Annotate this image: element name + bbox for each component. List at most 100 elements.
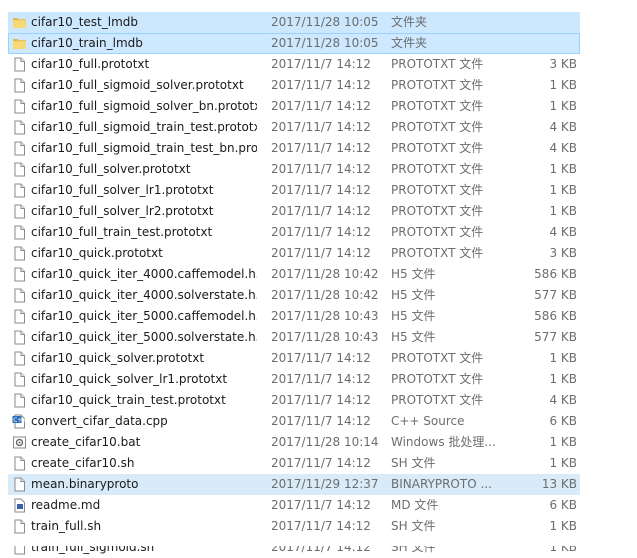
file-size: 1 KB <box>549 519 577 533</box>
file-type: 文件夹 <box>391 15 428 29</box>
file-row[interactable]: cifar10_quick_train_test.prototxt 2017/11… <box>0 390 637 411</box>
file-size: 4 KB <box>549 120 577 134</box>
file-date-modified: 2017/11/28 10:43 <box>271 309 379 323</box>
file-date-modified: 2017/11/7 14:12 <box>271 141 371 155</box>
file-date-modified: 2017/11/7 14:12 <box>271 57 371 71</box>
file-name: cifar10_quick_solver.prototxt <box>31 351 205 365</box>
file-icon <box>12 456 27 471</box>
file-date-modified: 2017/11/7 14:12 <box>271 519 371 533</box>
file-date-modified: 2017/11/7 14:12 <box>271 498 371 512</box>
file-date-modified: 2017/11/7 14:12 <box>271 414 371 428</box>
file-icon <box>12 99 27 114</box>
file-name: cifar10_full_train_test.prototxt <box>31 225 213 239</box>
file-row[interactable]: cifar10_quick_iter_5000.solverstate.h5 20… <box>0 327 637 348</box>
file-row[interactable]: cifar10_quick_iter_5000.caffemodel.h5 201… <box>0 306 637 327</box>
file-type: PROTOTXT 文件 <box>391 57 484 71</box>
file-icon <box>12 225 27 240</box>
file-type: MD 文件 <box>391 498 439 512</box>
file-size: 577 KB <box>534 288 577 302</box>
file-size: 4 KB <box>549 141 577 155</box>
file-row[interactable]: cifar10_full_sigmoid_train_test.prototxt… <box>0 117 637 138</box>
file-name: cifar10_test_lmdb <box>31 15 139 29</box>
file-type: BINARYPROTO ... <box>391 477 492 491</box>
file-row[interactable]: cifar10_full_solver.prototxt 2017/11/7 14… <box>0 159 637 180</box>
file-name: cifar10_full_solver_lr2.prototxt <box>31 204 214 218</box>
file-type: PROTOTXT 文件 <box>391 246 484 260</box>
file-name: train_full.sh <box>31 519 102 533</box>
file-row[interactable]: create_cifar10.sh 2017/11/7 14:12 SH 文件 1 K… <box>0 453 637 474</box>
file-name: cifar10_full_sigmoid_solver.prototxt <box>31 78 244 92</box>
file-size: 1 KB <box>549 372 577 386</box>
file-name: cifar10_full_solver_lr1.prototxt <box>31 183 214 197</box>
file-size: 1 KB <box>549 456 577 470</box>
file-row[interactable]: cifar10_quick_solver_lr1.prototxt 2017/11… <box>0 369 637 390</box>
file-icon <box>12 330 27 345</box>
file-row[interactable]: cifar10_quick_iter_4000.caffemodel.h5 201… <box>0 264 637 285</box>
file-row[interactable]: cifar10_test_lmdb 2017/11/28 10:05 文件夹 <box>0 12 637 33</box>
file-row[interactable]: mean.binaryproto 2017/11/29 12:37 BINARYPR… <box>0 474 637 495</box>
file-size: 1 KB <box>549 99 577 113</box>
file-name: cifar10_full.prototxt <box>31 57 150 71</box>
file-icon <box>12 393 27 408</box>
folder-icon <box>12 15 27 30</box>
file-type: H5 文件 <box>391 309 436 323</box>
file-date-modified: 2017/11/28 10:05 <box>271 15 379 29</box>
file-date-modified: 2017/11/7 14:12 <box>271 393 371 407</box>
file-row[interactable]: cifar10_full_solver_lr2.prototxt 2017/11/… <box>0 201 637 222</box>
file-name: create_cifar10.sh <box>31 456 135 470</box>
file-date-modified: 2017/11/7 14:12 <box>271 99 371 113</box>
file-type: PROTOTXT 文件 <box>391 141 484 155</box>
file-row[interactable]: cifar10_quick.prototxt 2017/11/7 14:12 PRO… <box>0 243 637 264</box>
file-row[interactable]: cifar10_train_lmdb 2017/11/28 10:05 文件夹 <box>0 33 637 54</box>
file-row[interactable]: cifar10_quick_solver.prototxt 2017/11/7 1… <box>0 348 637 369</box>
file-size: 1 KB <box>549 204 577 218</box>
file-type: PROTOTXT 文件 <box>391 393 484 407</box>
list-clip <box>0 538 637 546</box>
file-row[interactable]: readme.md 2017/11/7 14:12 MD 文件 6 KB <box>0 495 637 516</box>
file-type: PROTOTXT 文件 <box>391 204 484 218</box>
file-icon <box>12 519 27 534</box>
file-row[interactable]: cifar10_full_sigmoid_train_test_bn.pro..… <box>0 138 637 159</box>
file-row[interactable]: cifar10_full_sigmoid_solver.prototxt 2017… <box>0 75 637 96</box>
file-type: Windows 批处理... <box>391 435 496 449</box>
file-row[interactable]: cifar10_full_train_test.prototxt 2017/11/… <box>0 222 637 243</box>
file-size: 1 KB <box>549 435 577 449</box>
file-name: cifar10_full_sigmoid_train_test_bn.pro..… <box>31 141 257 155</box>
file-type: H5 文件 <box>391 330 436 344</box>
file-type: PROTOTXT 文件 <box>391 225 484 239</box>
file-icon <box>12 372 27 387</box>
file-date-modified: 2017/11/7 14:12 <box>271 162 371 176</box>
file-size: 4 KB <box>549 225 577 239</box>
file-size: 6 KB <box>549 498 577 512</box>
file-name: cifar10_quick_solver_lr1.prototxt <box>31 372 228 386</box>
file-icon <box>12 78 27 93</box>
file-row[interactable]: cifar10_full.prototxt 2017/11/7 14:12 PROT… <box>0 54 637 75</box>
file-type: SH 文件 <box>391 519 436 533</box>
file-size: 6 KB <box>549 414 577 428</box>
file-type: PROTOTXT 文件 <box>391 78 484 92</box>
file-size: 3 KB <box>549 57 577 71</box>
file-type: C++ Source <box>391 414 465 428</box>
file-date-modified: 2017/11/7 14:12 <box>271 225 371 239</box>
file-row[interactable]: cifar10_full_solver_lr1.prototxt 2017/11/… <box>0 180 637 201</box>
file-icon <box>12 351 27 366</box>
file-row[interactable]: cifar10_quick_iter_4000.solverstate.h5 20… <box>0 285 637 306</box>
file-name: cifar10_full_sigmoid_train_test.prototxt <box>31 120 257 134</box>
file-icon <box>12 267 27 282</box>
file-type: PROTOTXT 文件 <box>391 372 484 386</box>
file-date-modified: 2017/11/28 10:05 <box>271 36 379 50</box>
file-date-modified: 2017/11/28 10:14 <box>271 435 379 449</box>
file-size: 1 KB <box>549 351 577 365</box>
file-row[interactable]: train_full.sh 2017/11/7 14:12 SH 文件 1 KB <box>0 516 637 537</box>
file-size: 1 KB <box>549 183 577 197</box>
file-name: cifar10_quick_iter_4000.solverstate.h5 <box>31 288 257 302</box>
file-date-modified: 2017/11/7 14:12 <box>271 351 371 365</box>
file-size: 586 KB <box>534 309 577 323</box>
file-row[interactable]: create_cifar10.bat 2017/11/28 10:14 Window… <box>0 432 637 453</box>
file-name: cifar10_quick_train_test.prototxt <box>31 393 226 407</box>
file-row[interactable]: cifar10_full_sigmoid_solver_bn.prototxt 2… <box>0 96 637 117</box>
file-name: cifar10_quick_iter_5000.caffemodel.h5 <box>31 309 257 323</box>
file-date-modified: 2017/11/7 14:12 <box>271 246 371 260</box>
md-file-icon <box>12 498 27 513</box>
file-row[interactable]: C++ convert_cifar_data.cpp 2017/11/7 14:12… <box>0 411 637 432</box>
